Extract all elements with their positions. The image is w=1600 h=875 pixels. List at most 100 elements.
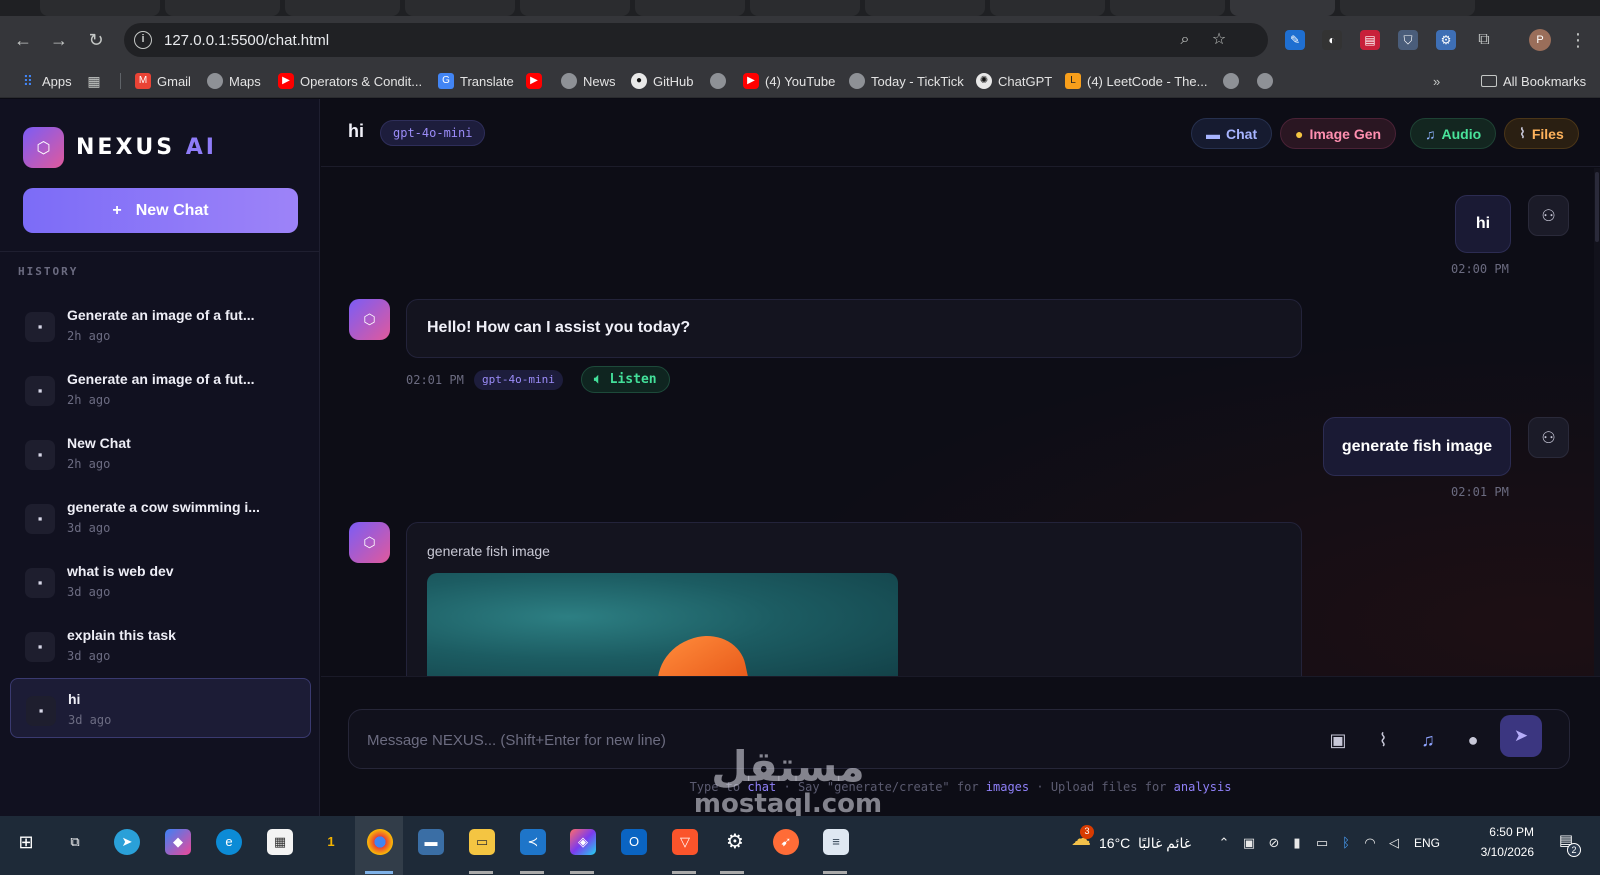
clock-time[interactable]: 6:50 PM [1474,825,1534,839]
back-arrow-icon[interactable]: ← [11,28,35,52]
image-upload-icon[interactable]: ▣ [1324,726,1352,754]
scrollbar[interactable] [1594,168,1600,676]
extension-icon[interactable]: ◐ [1322,30,1342,50]
model-badge[interactable]: gpt-4o-mini [380,120,486,146]
weather-description[interactable]: غائم غالبًا [1138,835,1191,852]
browser-tab[interactable] [405,0,515,16]
brave-icon[interactable]: ▽ [672,829,698,855]
browser-tab[interactable] [40,0,160,16]
bookmark-maps[interactable]: Maps [207,72,261,90]
extension-icon[interactable]: ✎ [1285,30,1305,50]
browser-tab[interactable] [865,0,985,16]
bookmarks-overflow-icon[interactable]: » [1433,72,1440,90]
weather-temperature[interactable]: 16°C [1099,835,1130,851]
extension-icon[interactable]: ⚙ [1436,30,1456,50]
windows-start-icon[interactable]: ⊞ [13,829,39,855]
bookmark-leetcode[interactable]: L (4) LeetCode - The... [1065,72,1207,90]
telegram-icon[interactable]: ➤ [114,829,140,855]
bookmark-globe[interactable] [1257,72,1273,90]
network-off-icon[interactable]: ⊘ [1265,834,1283,852]
extension-icon[interactable]: ▤ [1360,30,1380,50]
site-info-icon[interactable]: i [134,31,152,49]
browser-tab[interactable] [165,0,280,16]
google-apps-button[interactable]: ▦ [86,72,102,90]
message-input[interactable] [367,728,1267,752]
bookmark-chatgpt[interactable]: ✺ ChatGPT [976,72,1052,90]
app-icon[interactable]: 1 [318,829,344,855]
volume-icon[interactable]: ◁ [1385,834,1403,852]
mode-label: Chat [1226,125,1258,142]
bookmark-github[interactable]: ● GitHub [631,72,693,90]
mode-files-button[interactable]: ⌇ Files [1504,118,1579,149]
reload-icon[interactable]: ↻ [84,28,108,52]
browser-tab[interactable] [990,0,1105,16]
store-icon[interactable]: ▦ [267,829,293,855]
task-view-icon[interactable]: ⧉ [62,829,88,855]
profile-avatar[interactable]: P [1529,29,1551,51]
scrollbar-thumb[interactable] [1595,172,1599,242]
browser-menu-icon[interactable]: ⋮ [1568,28,1588,52]
settings-gear-icon[interactable]: ⚙ [722,829,748,855]
bookmark-globe[interactable] [710,72,726,90]
url-text[interactable]: 127.0.0.1:5500/chat.html [164,32,329,49]
browser-tab[interactable] [750,0,860,16]
bookmark-globe[interactable] [1223,72,1239,90]
bookmark-youtube-4[interactable]: ▶ (4) YouTube [743,72,835,90]
bookmark-operators[interactable]: ▶ Operators & Condit... [278,72,422,90]
browser-tab[interactable] [520,0,630,16]
history-item[interactable]: ▪ generate a cow swimming i... 3d ago [10,487,311,547]
vscode-icon[interactable]: ≺ [520,829,546,855]
outlook-icon[interactable]: O [621,829,647,855]
puzzle-extensions-icon[interactable]: ⧉ [1474,30,1494,50]
bookmark-translate[interactable]: G Translate [438,72,514,90]
copilot-icon[interactable]: ◆ [165,829,191,855]
notepad-icon[interactable]: ≡ [823,829,849,855]
address-bar[interactable]: i 127.0.0.1:5500/chat.html ⌕ ☆ [124,23,1268,57]
browser-tab[interactable] [1110,0,1225,16]
mode-audio-button[interactable]: ♫ Audio [1410,118,1497,149]
mode-chat-button[interactable]: ▬ Chat [1191,118,1273,149]
browser-tab[interactable] [635,0,745,16]
bookmark-star-icon[interactable]: ☆ [1208,29,1230,51]
language-indicator[interactable]: ENG [1414,836,1440,850]
history-item-active[interactable]: ▪ hi 3d ago [10,678,311,738]
bookmark-ticktick[interactable]: Today - TickTick [849,72,964,90]
mode-image-gen-button[interactable]: ● Image Gen [1280,118,1397,149]
shield-icon[interactable]: ⛉ [1398,30,1418,50]
edge-icon[interactable]: e [216,829,242,855]
new-chat-button[interactable]: + New Chat [23,188,298,233]
history-item[interactable]: ▪ Generate an image of a fut... 2h ago [10,295,311,355]
history-item[interactable]: ▪ New Chat 2h ago [10,423,311,483]
bookmark-apps[interactable]: ⠿ Apps [20,72,72,90]
remote-desktop-icon[interactable]: ▬ [418,829,444,855]
browser-tab[interactable] [1340,0,1475,16]
microphone-icon[interactable]: ● [1459,726,1487,754]
bookmark-news[interactable]: News [561,72,616,90]
history-item[interactable]: ▪ explain this task 3d ago [10,615,311,675]
microphone-icon[interactable]: ▮ [1288,834,1306,852]
paperclip-icon[interactable]: ⌇ [1369,726,1397,754]
tray-app-icon[interactable]: ▣ [1240,834,1258,852]
battery-icon[interactable]: ▭ [1313,834,1331,852]
chevron-up-icon[interactable]: ⌃ [1215,834,1233,852]
chrome-icon[interactable] [367,829,393,855]
bluetooth-icon[interactable]: ᛒ [1337,834,1355,852]
m365-icon[interactable]: ◈ [570,829,596,855]
clock-date[interactable]: 3/10/2026 [1452,845,1534,859]
postman-icon[interactable]: ➹ [773,829,799,855]
browser-tab-active[interactable] [1230,0,1335,16]
wifi-icon[interactable]: ◠ [1361,834,1379,852]
music-note-icon[interactable]: ♫ [1414,726,1442,754]
bookmark-gmail[interactable]: M Gmail [135,72,191,90]
history-item[interactable]: ▪ Generate an image of a fut... 2h ago [10,359,311,419]
all-bookmarks[interactable]: All Bookmarks [1481,72,1586,90]
forward-arrow-icon[interactable]: → [47,28,71,52]
file-explorer-icon[interactable]: ▭ [469,829,495,855]
browser-tab[interactable] [285,0,400,16]
zoom-icon[interactable]: ⌕ [1174,29,1196,51]
send-button[interactable]: ➤ [1500,715,1542,757]
listen-button[interactable]: 🔈︎ Listen [581,366,670,393]
bookmark-youtube[interactable]: ▶ [526,72,542,90]
history-item[interactable]: ▪ what is web dev 3d ago [10,551,311,611]
generated-fish-image[interactable] [427,573,898,676]
